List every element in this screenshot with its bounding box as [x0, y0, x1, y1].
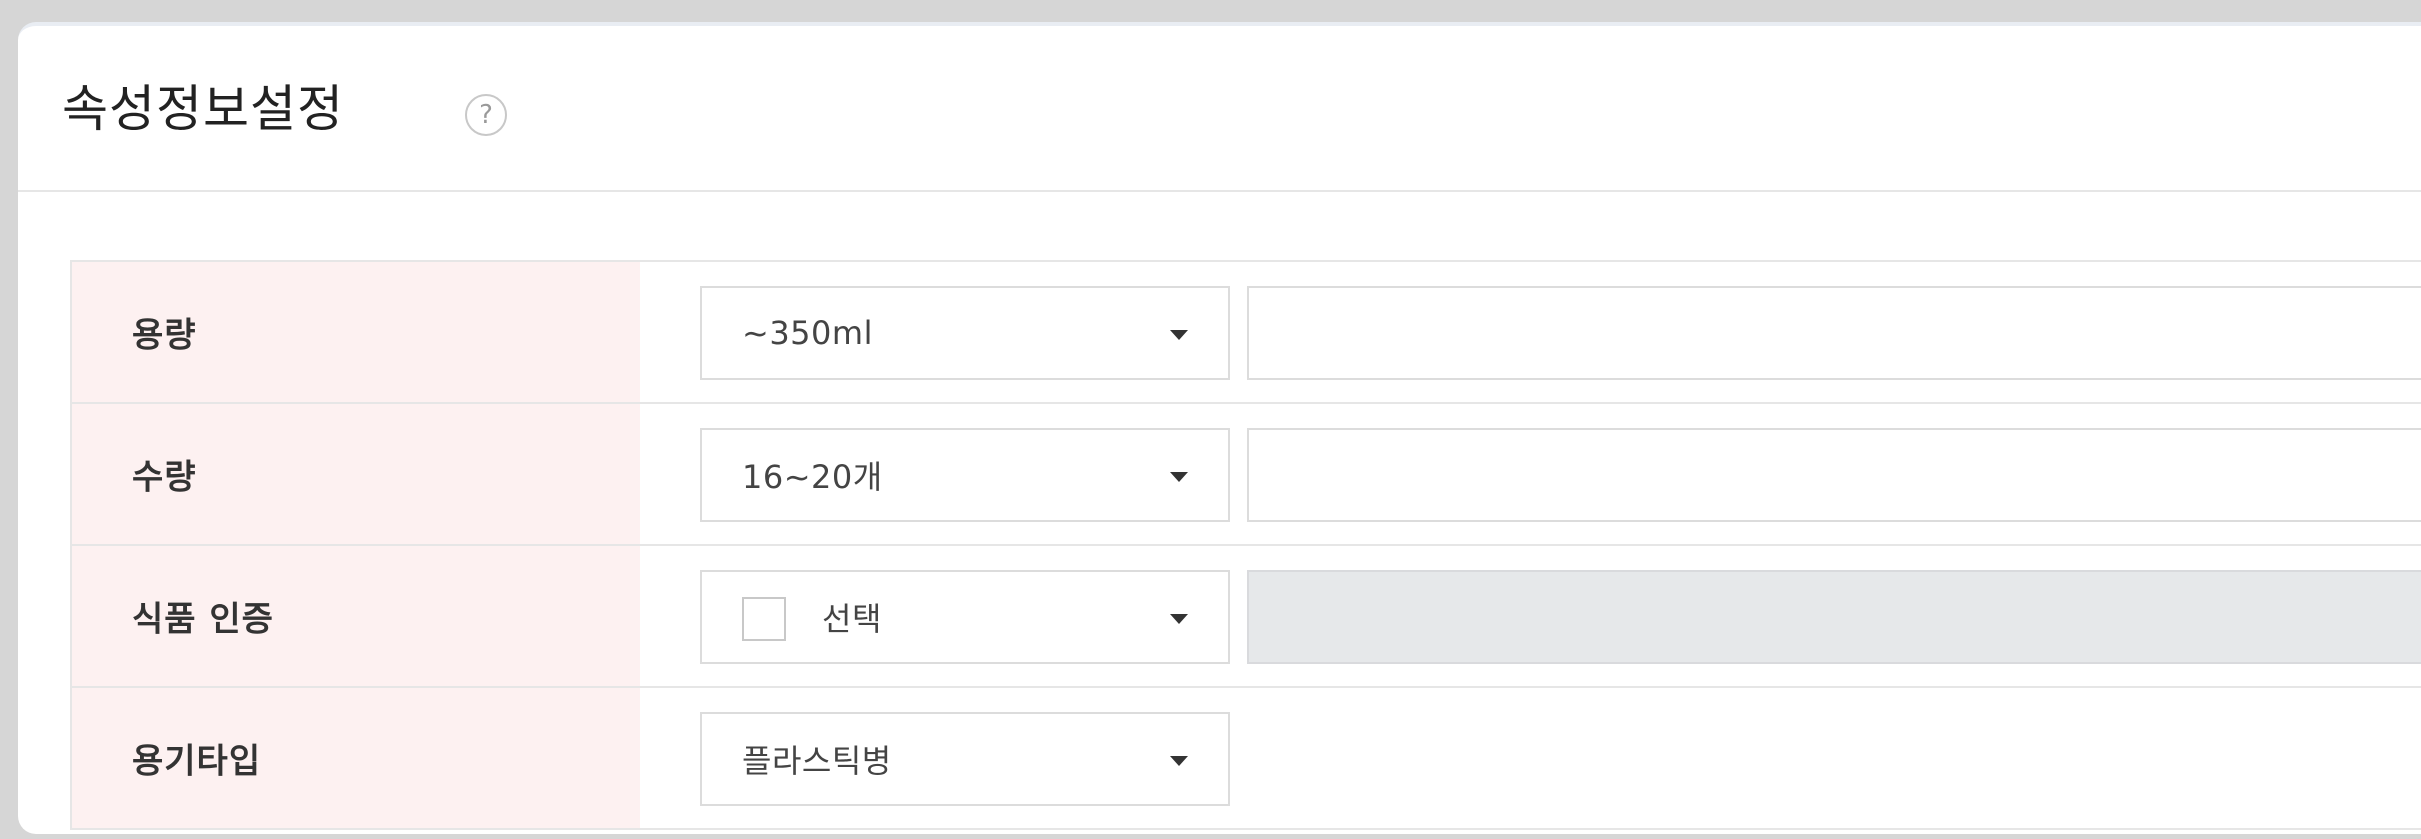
select-value: 16~20개: [742, 458, 883, 496]
container-type-select[interactable]: 플라스틱병: [700, 712, 1230, 806]
chevron-down-icon: [1170, 472, 1188, 482]
row-label-cell: 용기타입: [70, 688, 640, 828]
certification-checkbox[interactable]: [742, 597, 786, 641]
row-label-cell: 용량: [70, 262, 640, 402]
row-label: 수량: [132, 457, 197, 498]
table-row: 용량 ~350ml: [70, 262, 2421, 404]
row-label: 식품 인증: [132, 599, 274, 640]
select-value: 플라스틱병: [742, 742, 892, 780]
row-label-cell: 식품 인증: [70, 546, 640, 686]
certification-detail-input: [1247, 570, 2421, 664]
help-icon[interactable]: ?: [465, 94, 507, 136]
quantity-select[interactable]: 16~20개: [700, 428, 1230, 522]
attribute-table: 용량 ~350ml 수량 16~20개 식품 인증 선택 용기타입 플라스틱병: [70, 260, 2421, 830]
chevron-down-icon: [1170, 330, 1188, 340]
table-row: 수량 16~20개: [70, 404, 2421, 546]
quantity-detail-input[interactable]: [1247, 428, 2421, 522]
capacity-select[interactable]: ~350ml: [700, 286, 1230, 380]
chevron-down-icon: [1170, 756, 1188, 766]
row-label: 용량: [132, 315, 197, 356]
table-row: 식품 인증 선택: [70, 546, 2421, 688]
attribute-settings-panel: 속성정보설정 ? 용량 ~350ml 수량 16~20개 식품 인증 선택 용기…: [18, 22, 2421, 834]
food-certification-select[interactable]: 선택: [700, 570, 1230, 664]
select-value: 선택: [822, 600, 882, 638]
row-label: 용기타입: [132, 741, 262, 782]
table-row: 용기타입 플라스틱병: [70, 688, 2421, 830]
panel-header: 속성정보설정 ?: [18, 26, 2421, 192]
row-label-cell: 수량: [70, 404, 640, 544]
capacity-detail-input[interactable]: [1247, 286, 2421, 380]
select-value: ~350ml: [742, 314, 873, 352]
page-title: 속성정보설정: [62, 80, 344, 138]
chevron-down-icon: [1170, 614, 1188, 624]
